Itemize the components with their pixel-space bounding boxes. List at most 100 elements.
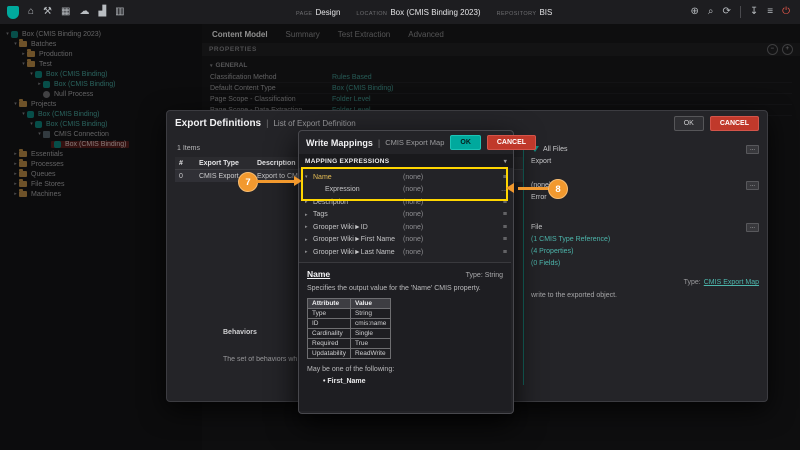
cell-number: 0 [175, 173, 199, 180]
cancel-button[interactable]: CANCEL [710, 116, 759, 131]
property-value: (0 Fields) [531, 260, 560, 267]
mapping-row-wiki-id[interactable]: ▸Grooper Wiki►ID(none)≡ [299, 221, 513, 234]
callout-7-arrowhead-icon [294, 176, 302, 186]
crumb-label: PAGE [296, 11, 312, 17]
ok-button[interactable]: OK [674, 116, 704, 131]
callout-8-arrowhead-icon [506, 183, 514, 193]
property-value: Error [531, 194, 547, 201]
callout-7: 7 [238, 172, 258, 192]
value-cell: cmis:name [350, 319, 390, 329]
property-row[interactable]: All Files... [531, 143, 759, 155]
home-icon[interactable]: ⌂ [28, 7, 34, 17]
crumb-label: LOCATION [356, 11, 387, 17]
type-link[interactable]: CMIS Export Map [704, 279, 759, 286]
property-row[interactable]: (4 Properties) [531, 245, 759, 257]
column-header[interactable]: Export Type [199, 160, 257, 167]
mapping-help-panel: Name Type: String Specifies the output v… [299, 262, 511, 411]
dialog-subtitle: List of Export Definition [273, 119, 355, 128]
grooper-logo-icon [7, 6, 19, 19]
items-count: 1 Items [177, 145, 200, 152]
highlight-box [301, 167, 508, 201]
help-title: Name [307, 269, 330, 279]
property-row[interactable]: File... [531, 221, 759, 233]
dialog-titlebar: Write Mappings | CMIS Export Map OK CANC… [299, 131, 513, 154]
chevron-down-icon[interactable]: ▾ [504, 158, 507, 165]
ellipsis-button[interactable]: ... [746, 181, 759, 190]
menu-icon[interactable]: ≡ [503, 249, 507, 256]
search-icon[interactable]: ⌕ [708, 7, 714, 17]
value-header: Value [350, 299, 390, 309]
panel-splitter[interactable] [523, 139, 524, 385]
value-cell: Single [350, 329, 390, 339]
mapping-expressions-header[interactable]: MAPPING EXPRESSIONS ▾ [299, 154, 513, 168]
property-value: File [531, 224, 542, 231]
title-separator: | [266, 118, 268, 128]
mapping-label: Grooper Wiki►First Name [313, 236, 403, 243]
property-value: Export [531, 158, 551, 165]
chevron-right-icon[interactable]: ▸ [305, 224, 313, 230]
mapping-value: (none) [403, 236, 503, 243]
mapping-label: Grooper Wiki►ID [313, 224, 403, 231]
help-bullet-item: • First_Name [323, 378, 503, 385]
help-type: Type: String [466, 272, 503, 279]
menu-icon[interactable]: ≡ [503, 224, 507, 231]
chevron-right-icon[interactable]: ▸ [305, 249, 313, 255]
column-header[interactable]: # [175, 160, 199, 167]
export-properties-panel: All Files... Export (none)... Error File… [531, 143, 759, 299]
chart-icon[interactable]: ▟ [98, 7, 106, 17]
ellipsis-button[interactable]: ... [746, 145, 759, 154]
help-may-text: May be one of the following: [307, 366, 503, 373]
mapping-value: (none) [403, 224, 503, 231]
grid-icon[interactable]: ▦ [61, 7, 70, 17]
chevron-right-icon[interactable]: ▸ [305, 237, 313, 243]
dialog-subtitle: CMIS Export Map [385, 138, 444, 147]
value-cell: ReadWrite [350, 349, 390, 359]
dialog-title: Export Definitions [175, 118, 261, 129]
app-window: ⌂ ⚒ ▦ ☁ ▟ ▥ PAGEDesign LOCATIONBox (CMIS… [0, 0, 800, 450]
chevron-right-icon[interactable]: ▸ [305, 212, 313, 218]
menu-icon[interactable]: ≡ [503, 236, 507, 243]
tools-icon[interactable]: ⚒ [43, 7, 52, 17]
breadcrumb: PAGEDesign LOCATIONBox (CMIS Binding 202… [296, 0, 552, 24]
stats-icon[interactable]: ▥ [115, 7, 124, 17]
attribute-table: Attribute Value TypeString IDcmis:name C… [307, 298, 391, 359]
ok-button[interactable]: OK [450, 135, 481, 150]
type-label: Type: [684, 279, 701, 286]
attr-cell: Required [308, 339, 351, 349]
value-cell: String [350, 309, 390, 319]
ellipsis-button[interactable]: ... [746, 223, 759, 232]
mapping-row-wiki-last-name[interactable]: ▸Grooper Wiki►Last Name(none)≡ [299, 246, 513, 259]
mapping-label: Tags [313, 211, 403, 218]
download-icon[interactable]: ↧ [750, 7, 758, 17]
callout-8: 8 [548, 179, 568, 199]
property-value: (4 Properties) [531, 248, 573, 255]
cancel-button[interactable]: CANCEL [487, 135, 536, 150]
mapping-row-wiki-first-name[interactable]: ▸Grooper Wiki►First Name(none)≡ [299, 234, 513, 247]
attr-cell: Type [308, 309, 351, 319]
refresh-icon[interactable]: ⟳ [722, 7, 730, 17]
attr-cell: Updatability [308, 349, 351, 359]
crumb-value: Design [315, 8, 340, 17]
property-row[interactable]: Export [531, 155, 759, 167]
callout-8-arrow-line [518, 187, 548, 190]
title-separator: | [378, 138, 380, 148]
value-cell: True [350, 339, 390, 349]
property-value: (1 CMIS Type Reference) [531, 236, 610, 243]
property-row[interactable]: (0 Fields) [531, 257, 759, 269]
callout-7-arrow-line [257, 180, 294, 183]
menu-icon[interactable]: ≡ [503, 211, 507, 218]
help-note: write to the exported object. [531, 292, 759, 299]
crumb-label: REPOSITORY [497, 11, 537, 17]
attr-cell: Cardinality [308, 329, 351, 339]
property-value: All Files [543, 146, 568, 153]
property-row[interactable]: (1 CMIS Type Reference) [531, 233, 759, 245]
cloud-icon[interactable]: ☁ [79, 7, 89, 17]
power-icon[interactable]: ⏻ [782, 7, 790, 17]
add-icon[interactable]: ⊕ [690, 7, 698, 17]
mapping-value: (none) [403, 211, 503, 218]
settings-icon[interactable]: ≡ [767, 7, 773, 17]
help-text: The set of behaviors which apply [223, 356, 297, 363]
crumb-value: Box (CMIS Binding 2023) [390, 8, 480, 17]
attr-header: Attribute [308, 299, 351, 309]
mapping-row-tags[interactable]: ▸Tags(none)≡ [299, 209, 513, 222]
